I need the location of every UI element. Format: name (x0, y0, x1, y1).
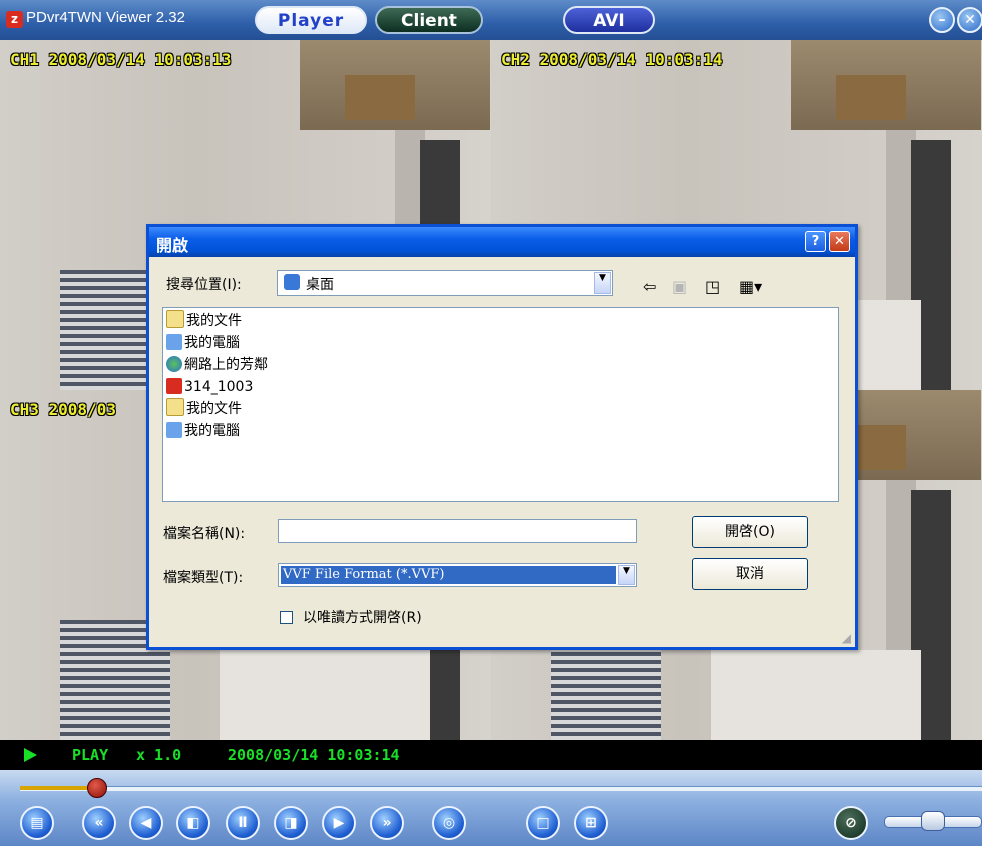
help-button[interactable]: ? (805, 231, 826, 252)
desktop-icon (284, 274, 300, 290)
my-documents-icon (166, 310, 184, 328)
file-list[interactable]: 我的文件 我的電腦 網路上的芳鄰 314_1003 我的文件 我的電腦 (162, 307, 839, 502)
chevron-down-icon: ▼ (594, 272, 611, 294)
close-icon[interactable]: ✕ (957, 7, 982, 33)
dialog-title: 開啟 (156, 236, 189, 255)
minimize-icon[interactable]: – (929, 7, 955, 33)
camera-timestamp: CH3 2008/03 (10, 400, 116, 419)
view-menu-icon[interactable]: ▦▾ (739, 277, 762, 296)
step-back-icon[interactable]: ◀ (129, 806, 163, 840)
resize-grip-icon[interactable]: ◢ (842, 631, 851, 645)
snapshot-icon[interactable]: ◎ (432, 806, 466, 840)
pause-icon[interactable]: Ⅱ (226, 806, 260, 840)
look-in-dropdown[interactable]: 桌面 ▼ (277, 270, 613, 296)
single-view-icon[interactable]: □ (526, 806, 560, 840)
play-speed: x 1.0 (136, 746, 182, 764)
pdvr-file-icon (166, 378, 182, 394)
seek-progress (20, 786, 97, 790)
list-item[interactable]: 我的電腦 (166, 332, 240, 354)
rewind-fast-icon[interactable]: « (82, 806, 116, 840)
list-item[interactable]: 314_1003 (166, 376, 253, 398)
camera-timestamp: CH2 2008/03/14 10:03:14 (501, 50, 723, 69)
dialog-close-button[interactable]: ✕ (829, 231, 850, 252)
list-item[interactable]: 網路上的芳鄰 (166, 354, 268, 376)
dialog-title-bar: 開啟 ? ✕ (149, 227, 855, 257)
seek-track[interactable] (20, 786, 982, 791)
filename-label: 檔案名稱(N): (163, 526, 246, 542)
play-forward-icon[interactable]: ▶ (322, 806, 356, 840)
frame-back-icon[interactable]: ◧ (176, 806, 210, 840)
play-datetime: 2008/03/14 10:03:14 (228, 746, 400, 764)
title-bar: z PDvr4TWN Viewer 2.32 Player Client AVI… (0, 0, 982, 40)
frame-forward-icon[interactable]: ◨ (274, 806, 308, 840)
filetype-dropdown[interactable]: VVF File Format (*.VVF) ▼ (278, 563, 637, 587)
list-item[interactable]: 我的文件 (166, 398, 242, 420)
app-title: PDvr4TWN Viewer 2.32 (26, 9, 185, 26)
cancel-button[interactable]: 取消 (692, 558, 808, 590)
pdvr-app-icon: z (6, 11, 23, 28)
volume-handle[interactable] (921, 811, 945, 831)
camera-timestamp: CH1 2008/03/14 10:03:13 (10, 50, 232, 69)
play-state-icon (24, 748, 37, 762)
look-in-label: 搜尋位置(I): (166, 277, 242, 293)
readonly-label: 以唯讀方式開啓(R) (303, 610, 422, 626)
back-icon[interactable]: ⇦ (643, 277, 656, 296)
play-state: PLAY (72, 746, 109, 764)
shortcut-computer-icon (166, 422, 182, 438)
shortcut-documents-icon (166, 398, 184, 416)
my-computer-icon (166, 334, 182, 350)
mute-icon[interactable]: ⊘ (834, 806, 868, 840)
list-item[interactable]: 我的文件 (166, 310, 242, 332)
filetype-label: 檔案類型(T): (163, 570, 244, 586)
filename-input[interactable] (278, 519, 637, 543)
open-button[interactable]: 開啓(O) (692, 516, 808, 548)
up-folder-icon[interactable]: ▣ (672, 277, 687, 296)
quad-view-icon[interactable]: ⊞ (574, 806, 608, 840)
chevron-down-icon: ▼ (618, 565, 635, 585)
forward-fast-icon[interactable]: » (370, 806, 404, 840)
filetype-value: VVF File Format (*.VVF) (281, 566, 616, 584)
playback-controls: ▤ « ◀ ◧ Ⅱ ◨ ▶ » ◎ □ ⊞ ⊘ (0, 770, 982, 846)
tab-client[interactable]: Client (375, 6, 483, 34)
look-in-value: 桌面 (306, 277, 334, 293)
open-file-dialog: 開啟 ? ✕ 搜尋位置(I): 桌面 ▼ ⇦ ▣ ◳ ▦▾ 我的文件 我的電腦 … (146, 224, 858, 650)
list-item[interactable]: 我的電腦 (166, 420, 240, 442)
network-places-icon (166, 356, 182, 372)
playback-status-bar: PLAY x 1.0 2008/03/14 10:03:14 (0, 740, 982, 770)
tab-player[interactable]: Player (255, 6, 367, 34)
seek-handle[interactable] (86, 778, 107, 798)
tab-avi[interactable]: AVI (563, 6, 655, 34)
readonly-checkbox[interactable] (280, 611, 293, 624)
new-folder-icon[interactable]: ◳ (705, 277, 720, 296)
open-file-icon[interactable]: ▤ (20, 806, 54, 840)
